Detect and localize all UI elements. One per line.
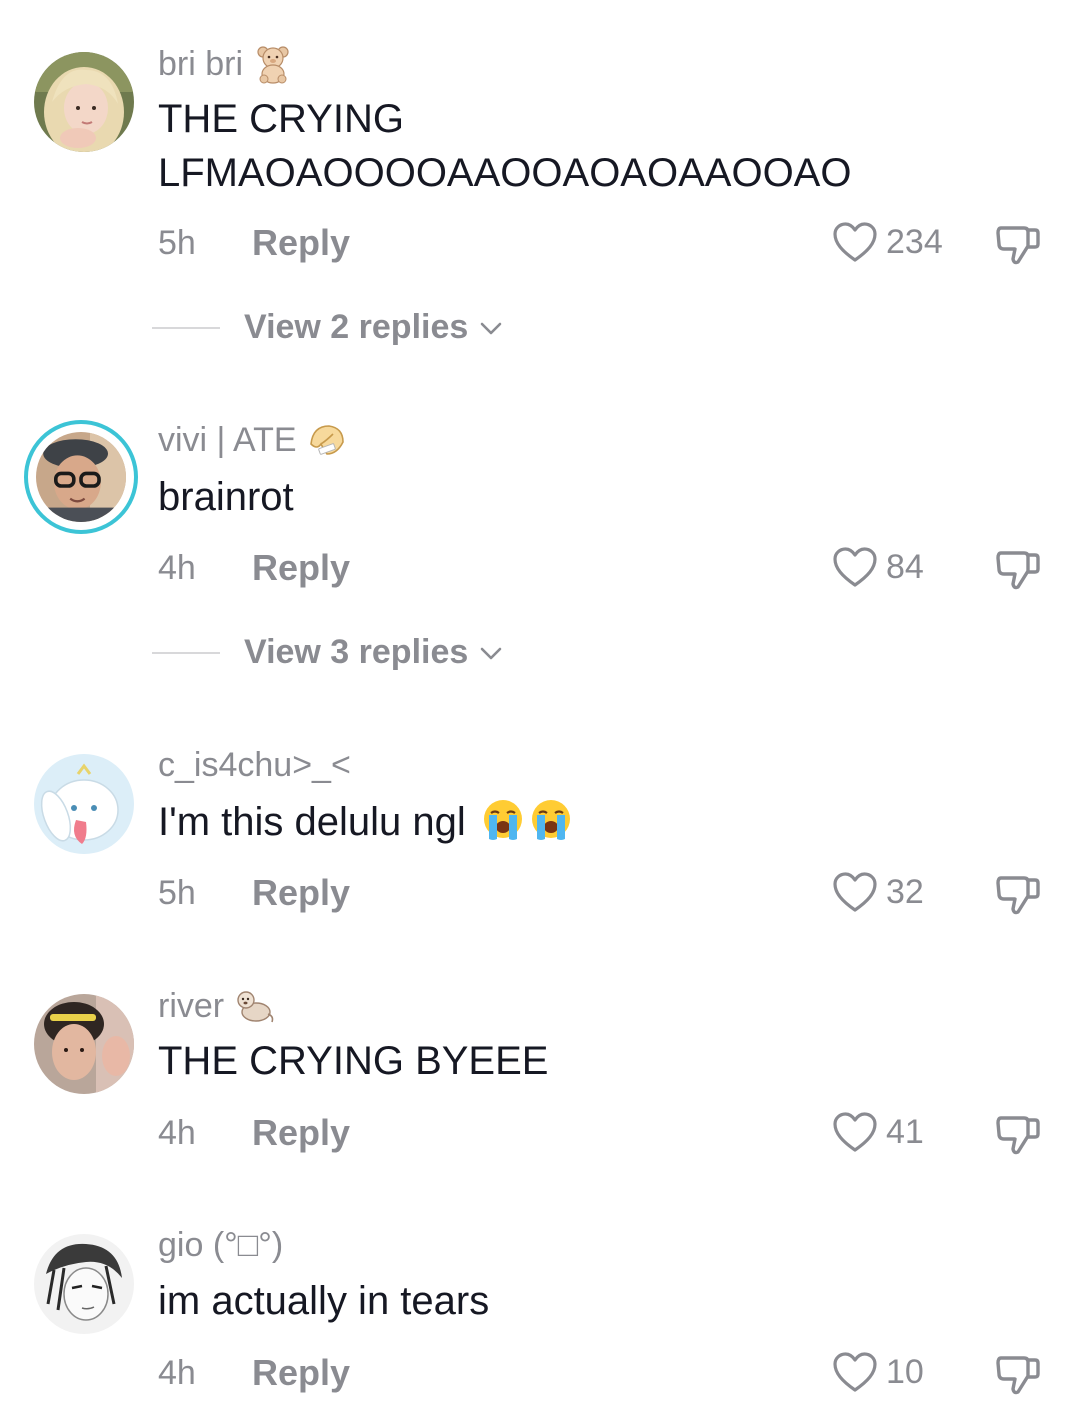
like-count: 84 — [886, 547, 924, 586]
thumbs-down-icon — [996, 1116, 1040, 1155]
username-text[interactable]: bri bri — [158, 45, 243, 84]
loudly-crying-face-icon — [529, 797, 573, 841]
username[interactable]: bri bri — [158, 44, 293, 84]
timestamp: 4h — [158, 1354, 196, 1392]
username-text[interactable]: gio (°□°) — [158, 1226, 283, 1265]
chevron-down-icon — [478, 640, 504, 666]
view-replies-label: View 3 replies — [244, 633, 469, 671]
divider-line — [152, 326, 220, 329]
loudly-crying-face-icon — [481, 797, 525, 841]
comment-text: brainrot — [158, 475, 294, 519]
avatar[interactable] — [34, 754, 134, 854]
avatar[interactable] — [24, 420, 138, 534]
comment-text: I'm this delulu ngl — [158, 795, 1018, 849]
comment-text: THE CRYING LFMAOAOOOOAAOOAOAOAAOOAO — [158, 92, 1018, 200]
timestamp: 5h — [158, 224, 196, 262]
thumbs-down-icon — [996, 226, 1040, 265]
username-text[interactable]: vivi | ATE — [158, 421, 297, 460]
like-button[interactable]: 234 — [832, 221, 943, 263]
username-text[interactable]: river — [158, 987, 224, 1026]
heart-icon — [832, 546, 878, 588]
username[interactable]: vivi | ATE — [158, 420, 347, 460]
view-replies-label: View 2 replies — [244, 308, 469, 346]
like-button[interactable]: 84 — [832, 546, 924, 588]
avatar[interactable] — [34, 994, 134, 1094]
heart-icon — [832, 871, 878, 913]
avatar-image — [36, 432, 126, 522]
heart-icon — [832, 221, 878, 263]
divider-line — [152, 651, 220, 654]
reply-button[interactable]: Reply — [252, 872, 350, 914]
avatar[interactable] — [34, 1234, 134, 1334]
like-count: 10 — [886, 1352, 924, 1391]
avatar[interactable] — [34, 52, 134, 152]
like-count: 41 — [886, 1112, 924, 1151]
thumbs-down-icon — [996, 1356, 1040, 1395]
comment-text-line: THE CRYING — [158, 97, 404, 141]
dislike-button[interactable] — [994, 545, 1042, 593]
reply-button[interactable]: Reply — [252, 547, 350, 589]
comment-text: THE CRYING BYEEE — [158, 1039, 549, 1083]
comment-text-body: I'm this delulu ngl — [158, 800, 466, 844]
timestamp: 5h — [158, 874, 196, 912]
heart-icon — [832, 1351, 878, 1393]
like-count: 234 — [886, 222, 943, 261]
like-button[interactable]: 10 — [832, 1351, 924, 1393]
reply-button[interactable]: Reply — [252, 222, 350, 264]
dislike-button[interactable] — [994, 1110, 1042, 1158]
dislike-button[interactable] — [994, 220, 1042, 268]
dislike-button[interactable] — [994, 870, 1042, 918]
like-button[interactable]: 41 — [832, 1111, 924, 1153]
view-replies-button[interactable]: View 3 replies — [152, 633, 504, 672]
comment-text-line: LFMAOAOOOOAAOOAOAOAAOOAO — [158, 151, 852, 195]
chevron-down-icon — [478, 315, 504, 341]
dislike-button[interactable] — [994, 1350, 1042, 1398]
thumbs-down-icon — [996, 551, 1040, 590]
username[interactable]: c_is4chu>_< — [158, 746, 351, 785]
reply-button[interactable]: Reply — [252, 1352, 350, 1394]
reply-button[interactable]: Reply — [252, 1112, 350, 1154]
fortune-cookie-icon — [307, 420, 347, 460]
teddy-bear-icon — [253, 44, 293, 84]
view-replies-button[interactable]: View 2 replies — [152, 308, 504, 347]
otter-icon — [234, 986, 274, 1026]
username-text[interactable]: c_is4chu>_< — [158, 746, 351, 785]
timestamp: 4h — [158, 1114, 196, 1152]
username[interactable]: river — [158, 986, 274, 1026]
like-count: 32 — [886, 872, 924, 911]
username[interactable]: gio (°□°) — [158, 1226, 283, 1265]
timestamp: 4h — [158, 549, 196, 587]
comment-text: im actually in tears — [158, 1279, 490, 1323]
heart-icon — [832, 1111, 878, 1153]
thumbs-down-icon — [996, 876, 1040, 915]
like-button[interactable]: 32 — [832, 871, 924, 913]
